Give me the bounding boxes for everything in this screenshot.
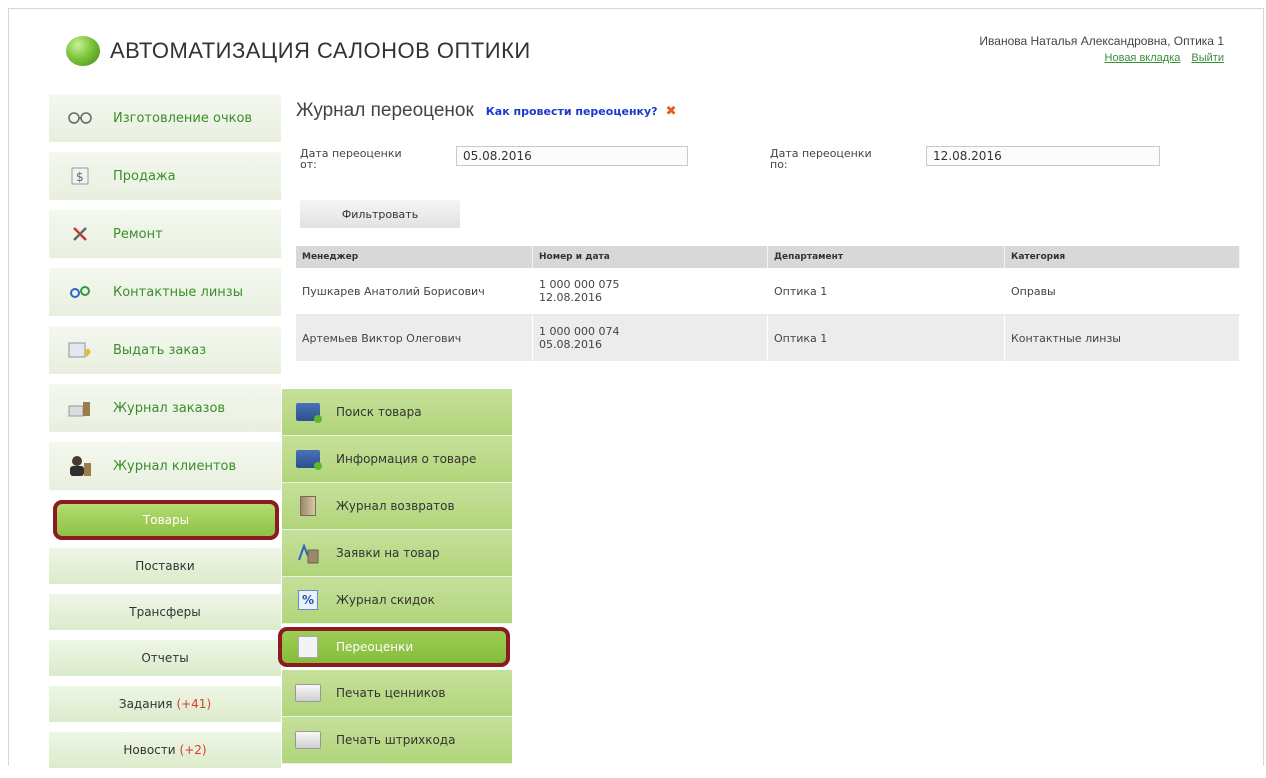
app-title: АВТОМАТИЗАЦИЯ САЛОНОВ ОПТИКИ	[110, 38, 531, 63]
cell-category: Контактные линзы	[1004, 314, 1240, 361]
date-to-label: Дата переоценки по:	[770, 147, 872, 171]
sidebar-item-label: Журнал клиентов	[113, 458, 237, 474]
submenu-item-product-requests[interactable]: Заявки на товар	[282, 530, 512, 577]
doc-number: 1 000 000 074	[539, 325, 620, 338]
sidebar-item-glasses[interactable]: Изготовление очков	[49, 94, 281, 142]
main-content: Журнал переоценок Как провести переоценк…	[296, 100, 1240, 361]
table-header-row: Менеджер Номер и дата Департамент Катего…	[296, 246, 1240, 268]
sidebar: Изготовление очков $ Продажа Ремонт Конт…	[49, 94, 281, 778]
submenu-item-revaluations[interactable]: Переоценки	[278, 627, 510, 667]
table-row[interactable]: Артемьев Виктор Олегович 1 000 000 074 0…	[296, 314, 1240, 361]
page-title: Журнал переоценок	[296, 100, 474, 121]
logout-link[interactable]: Выйти	[1191, 52, 1224, 64]
cell-manager: Пушкарев Анатолий Борисович	[296, 268, 533, 315]
lens-icon	[65, 280, 95, 304]
sidebar-item-supplies[interactable]: Поставки	[49, 548, 281, 584]
cell-manager: Артемьев Виктор Олегович	[296, 314, 533, 361]
help-link[interactable]: Как провести переоценку?	[486, 105, 658, 118]
sidebar-item-label: Выдать заказ	[113, 342, 207, 358]
cell-category: Оправы	[1004, 268, 1240, 315]
column-header[interactable]: Номер и дата	[532, 246, 768, 268]
sidebar-item-label: Изготовление очков	[113, 110, 253, 126]
percent-icon: %	[294, 589, 322, 611]
clients-icon	[65, 454, 95, 478]
close-icon[interactable]: ✖	[666, 104, 677, 119]
document-icon	[294, 636, 322, 658]
cell-department: Оптика 1	[767, 314, 1005, 361]
user-box: Иванова Наталья Александровна, Оптика 1 …	[979, 34, 1224, 64]
sidebar-item-sale[interactable]: $ Продажа	[49, 152, 281, 200]
submenu-item-print-barcode[interactable]: Печать штрихкода	[282, 717, 512, 764]
sidebar-item-repair[interactable]: Ремонт	[49, 210, 281, 258]
date-from-input[interactable]	[456, 146, 688, 166]
doc-date: 12.08.2016	[539, 291, 602, 304]
sidebar-item-reports[interactable]: Отчеты	[49, 640, 281, 676]
doc-number: 1 000 000 075	[539, 278, 620, 291]
filter-button[interactable]: Фильтровать	[300, 200, 460, 228]
dollar-icon: $	[65, 164, 95, 188]
cell-number-date: 1 000 000 074 05.08.2016	[532, 314, 768, 361]
sidebar-item-orders-journal[interactable]: Журнал заказов	[49, 384, 281, 432]
submenu-item-product-info[interactable]: Информация о товаре	[282, 436, 512, 483]
submenu-item-returns-journal[interactable]: Журнал возвратов	[282, 483, 512, 530]
sidebar-item-clients-journal[interactable]: Журнал клиентов	[49, 442, 281, 490]
submenu-item-print-price-tags[interactable]: Печать ценников	[282, 670, 512, 717]
user-name: Иванова Наталья Александровна, Оптика 1	[979, 34, 1224, 48]
sidebar-item-contact-lenses[interactable]: Контактные линзы	[49, 268, 281, 316]
order-icon	[65, 338, 95, 362]
box-info-icon	[294, 448, 322, 470]
column-header[interactable]: Департамент	[767, 246, 1005, 268]
cell-number-date: 1 000 000 075 12.08.2016	[532, 268, 768, 315]
sidebar-item-news[interactable]: Новости (+2)	[49, 732, 281, 768]
svg-text:$: $	[76, 170, 84, 184]
printer-icon	[294, 682, 322, 704]
cell-department: Оптика 1	[767, 268, 1005, 315]
tools-icon	[65, 222, 95, 246]
column-header[interactable]: Категория	[1004, 246, 1240, 268]
journal-icon	[65, 396, 95, 420]
sidebar-item-tasks[interactable]: Задания (+41)	[49, 686, 281, 722]
box-search-icon	[294, 401, 322, 423]
sidebar-item-goods[interactable]: Товары	[53, 500, 279, 540]
sidebar-item-label: Контактные линзы	[113, 284, 243, 300]
sidebar-item-label: Ремонт	[113, 226, 163, 242]
app-header: АВТОМАТИЗАЦИЯ САЛОНОВ ОПТИКИ	[66, 36, 531, 66]
printer-icon	[294, 729, 322, 751]
sidebar-item-label: Журнал заказов	[113, 400, 226, 416]
book-icon	[294, 495, 322, 517]
requests-icon	[294, 542, 322, 564]
glasses-icon	[65, 106, 95, 130]
submenu-item-discounts-journal[interactable]: % Журнал скидок	[282, 577, 512, 624]
submenu-item-product-search[interactable]: Поиск товара	[282, 389, 512, 436]
news-count-badge: (+2)	[179, 743, 207, 757]
logo-icon	[66, 36, 100, 66]
column-header[interactable]: Менеджер	[296, 246, 533, 268]
date-to-input[interactable]	[926, 146, 1160, 166]
sidebar-item-label: Продажа	[113, 168, 176, 184]
sidebar-item-transfers[interactable]: Трансферы	[49, 594, 281, 630]
revaluation-table: Менеджер Номер и дата Департамент Катего…	[296, 246, 1240, 361]
doc-date: 05.08.2016	[539, 338, 602, 351]
sidebar-item-issue-order[interactable]: Выдать заказ	[49, 326, 281, 374]
new-tab-link[interactable]: Новая вкладка	[1105, 52, 1181, 64]
tasks-count-badge: (+41)	[176, 697, 212, 711]
date-from-label: Дата переоценки от:	[300, 147, 402, 171]
goods-submenu: Поиск товара Информация о товаре Журнал …	[278, 389, 512, 764]
table-row[interactable]: Пушкарев Анатолий Борисович 1 000 000 07…	[296, 268, 1240, 315]
filter-row: Дата переоценки от: Дата переоценки по:	[296, 146, 1240, 186]
